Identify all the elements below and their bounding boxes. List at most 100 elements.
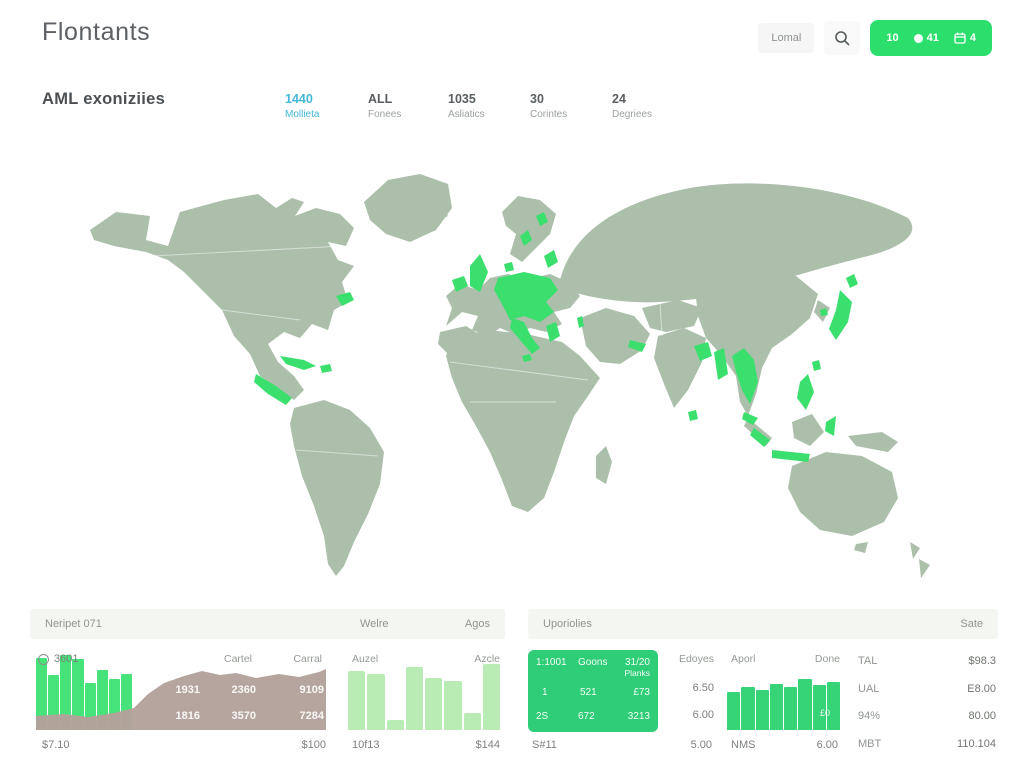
panel-aporl-chart[interactable]: Aporl Done £0: [727, 650, 840, 730]
panel-a-header-carral: Carral: [293, 653, 322, 665]
strip-right-col-sate[interactable]: Sate: [960, 618, 983, 630]
kv-value: 80.00: [968, 710, 996, 722]
section-title: AML exoniziies: [42, 90, 165, 109]
header-actions: Lomal 10 41 4: [758, 20, 992, 56]
highlight-sulawesi: [825, 416, 836, 436]
strip-right: Uporiolies Sate: [528, 609, 998, 639]
calendar-icon: [954, 32, 966, 44]
stat-asliatics: 1035 Asliatics: [448, 92, 485, 120]
panel-d-footer-right: 6.00: [817, 739, 838, 751]
stat-degriees: 24 Degriees: [612, 92, 652, 120]
kv-row-ual: UAL E8.00: [858, 683, 996, 695]
continent-south-america: [290, 400, 384, 576]
stat-value: 30: [530, 92, 567, 106]
stat-value: ALL: [368, 92, 401, 106]
edoyes-value: 6.50: [693, 682, 714, 694]
card-cell: 521: [580, 687, 597, 698]
highlight-japan: [829, 290, 852, 340]
card-cell: 672: [578, 711, 595, 722]
region-new-zealand: [910, 542, 920, 559]
region-india: [654, 328, 706, 408]
card-cell: 1: [542, 687, 548, 698]
target-icon: [38, 654, 49, 665]
continent-north-america: [90, 194, 354, 400]
stat-fonees: ALL Fonees: [368, 92, 401, 120]
panel-green-card[interactable]: 1:1001 Goons 31/20 Planks 1 521 £73 2S 6…: [528, 650, 658, 732]
pill-notif-label: 41: [927, 32, 939, 44]
panel-a-cell: 2360: [202, 684, 256, 696]
panel-a-cell: 1816: [146, 710, 200, 722]
highlight-cuba: [280, 356, 316, 370]
highlight-taiwan: [812, 360, 821, 371]
stat-label: Fonees: [368, 109, 401, 120]
highlight-java: [772, 450, 810, 462]
kv-row-tal: TAL $98.3: [858, 655, 996, 667]
panel-d-header-right: Done: [815, 653, 840, 665]
header-pill[interactable]: 10 41 4: [870, 20, 992, 56]
panel-d-footer-left: NMS: [731, 739, 755, 751]
kv-value: 110.104: [957, 738, 996, 750]
kv-row-mbt: MBT 110.104: [858, 738, 996, 750]
kv-label: UAL: [858, 683, 879, 695]
page-title: Flontants: [42, 18, 150, 47]
panel-a-badge-value: 3601: [54, 653, 78, 665]
region-madagascar: [596, 446, 612, 484]
card-subheader: Planks: [624, 668, 650, 678]
region-borneo: [792, 414, 824, 446]
bar-chart-b: [348, 660, 500, 730]
strip-left-col-agos[interactable]: Agos: [465, 618, 490, 630]
panel-auzel-chart[interactable]: Auzel Azcle: [348, 650, 500, 730]
card-header: Goons: [578, 657, 607, 668]
highlight-sri-lanka: [688, 410, 698, 421]
stat-label: Degriees: [612, 109, 652, 120]
strip-right-title: Uporiolies: [543, 618, 592, 630]
highlight-denmark: [504, 262, 514, 272]
region-new-guinea: [848, 432, 898, 452]
card-header: 1:1001: [536, 657, 567, 668]
strip-left-col-welre[interactable]: Welre: [360, 618, 389, 630]
pill-cal-label: 4: [970, 32, 976, 44]
lomal-button[interactable]: Lomal: [758, 23, 814, 53]
card-cell: 2S: [536, 711, 548, 722]
stat-label: Asliatics: [448, 109, 485, 120]
search-button[interactable]: [824, 21, 860, 55]
stat-value: 1440: [285, 92, 319, 106]
strip-left: Neripet 071 Welre Agos: [30, 609, 505, 639]
kv-row-94pct: 94% 80.00: [858, 710, 996, 722]
highlight-hispaniola: [320, 364, 332, 373]
highlight-baltics: [544, 250, 558, 268]
edoyes-value: 6.00: [693, 709, 714, 721]
region-central-asia: [642, 300, 702, 332]
highlight-japan-north: [846, 274, 858, 288]
pill-count[interactable]: 10: [886, 32, 898, 44]
panel-cartel-chart[interactable]: 3601 Cartel Carral 1931 2360 9109 1816 3…: [36, 650, 326, 730]
pill-count-label: 10: [886, 32, 898, 44]
panel-b-footer-right: $144: [476, 739, 500, 751]
panel-a-cell: 7284: [270, 710, 324, 722]
stat-value: 1035: [448, 92, 485, 106]
bar-chart-d: [727, 668, 840, 730]
highlight-philippines: [797, 374, 814, 410]
kv-label: 94%: [858, 710, 880, 722]
panel-c-footer-left: S#11: [532, 739, 557, 751]
world-map[interactable]: [0, 150, 1024, 600]
stat-mollieta: 1440 Mollieta: [285, 92, 319, 120]
panel-a-header-cartel: Cartel: [224, 653, 252, 665]
notification-dot-icon: [914, 34, 923, 43]
map-landmasses: [90, 174, 930, 578]
panel-a-footer-right: $100: [302, 739, 326, 751]
continent-australia: [788, 452, 898, 536]
kv-label: TAL: [858, 655, 877, 667]
panel-d-overlay-value: £0: [820, 708, 830, 718]
panel-a-cell: 9109: [270, 684, 324, 696]
region-scandinavia: [502, 196, 556, 262]
panel-d-header-left: Aporl: [731, 653, 756, 665]
stat-corintes: 30 Corintes: [530, 92, 567, 120]
kv-value: $98.3: [968, 655, 996, 667]
card-cell: 3213: [628, 711, 650, 722]
pill-notifications[interactable]: 41: [914, 32, 939, 44]
pill-calendar[interactable]: 4: [954, 32, 976, 44]
card-header: 31/20: [625, 657, 650, 668]
panel-b-footer-left: 10f13: [352, 739, 380, 751]
panel-a-cell: 1931: [146, 684, 200, 696]
